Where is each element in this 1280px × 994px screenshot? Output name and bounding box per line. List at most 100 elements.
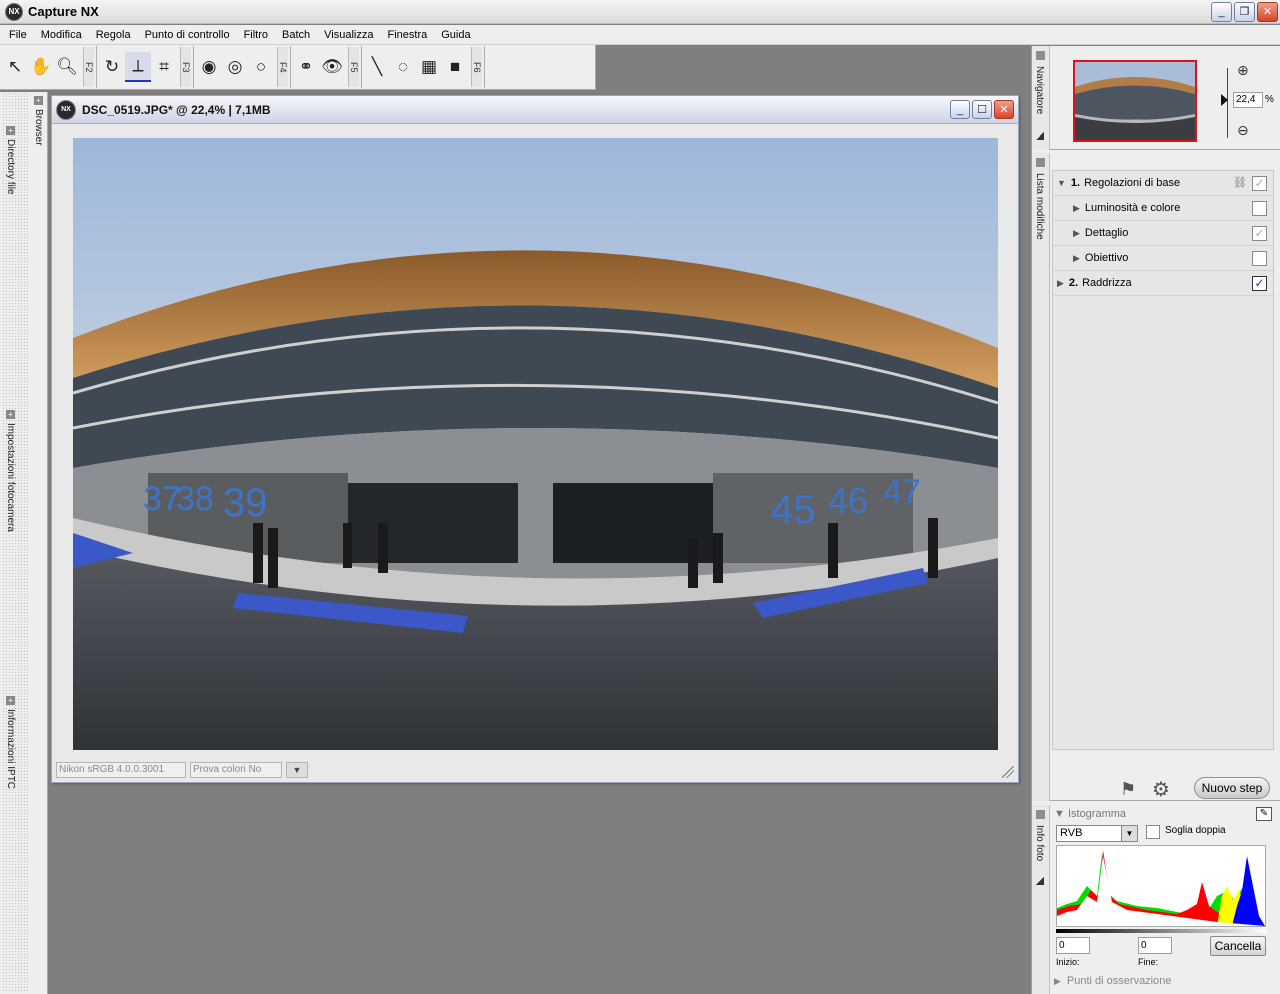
- restore-button[interactable]: ❐: [1234, 2, 1255, 22]
- edit-list-side-tab[interactable]: Lista modifiche: [1032, 153, 1050, 801]
- soft-proof-dropdown[interactable]: ▼: [286, 762, 308, 778]
- edit-substep-brightness-color[interactable]: ▶ Luminosità e colore: [1053, 196, 1273, 221]
- dock-grip: [2, 92, 28, 992]
- photo-number: 39: [223, 481, 268, 525]
- menu-visualizza[interactable]: Visualizza: [317, 26, 380, 44]
- minimize-button[interactable]: _: [1211, 2, 1232, 22]
- brush-tool-icon[interactable]: ╲: [364, 52, 390, 82]
- collapse-icon: [1036, 158, 1045, 167]
- menu-punto-di-controllo[interactable]: Punto di controllo: [138, 26, 237, 44]
- app-logo-icon: NX: [5, 3, 23, 21]
- step-checkbox[interactable]: [1252, 251, 1267, 266]
- toolbar-group-5: ╲ ◌ ▦ ■ F6: [362, 46, 485, 88]
- image-canvas[interactable]: 37 38 39 45 46 47: [60, 132, 1008, 762]
- menu-batch[interactable]: Batch: [275, 26, 317, 44]
- edit-step-straighten[interactable]: ▶ 2. Raddrizza ✓: [1053, 271, 1273, 296]
- document-window: NX DSC_0519.JPG* @ 22,4% | 7,1MB _ ☐ ✕ 3…: [51, 95, 1019, 783]
- lasso-tool-icon[interactable]: ◌: [390, 52, 416, 82]
- photo-pitlane: 37 38 39 45 46 47: [73, 138, 998, 750]
- photo-info-panel: Info foto ▼ Istogramma ✎ RVB ▼ Soglia do…: [1032, 805, 1280, 994]
- menu-regola[interactable]: Regola: [89, 26, 138, 44]
- collapse-icon: [1036, 51, 1045, 60]
- document-statusbar: Nikon sRGB 4.0.0.3001 Prova colori No ▼: [56, 762, 308, 778]
- photo-info-side-tab[interactable]: Info foto: [1032, 805, 1050, 994]
- zoom-out-icon[interactable]: ⊖: [1237, 122, 1249, 139]
- document-logo-icon: NX: [56, 99, 76, 120]
- menu-finestra[interactable]: Finestra: [380, 26, 434, 44]
- histogram-graph[interactable]: [1056, 845, 1266, 927]
- navigator-side-tab[interactable]: Navigatore: [1032, 46, 1050, 150]
- photo-number: 45: [771, 488, 816, 532]
- fkey-f4[interactable]: F4: [277, 47, 288, 87]
- tab-browser[interactable]: +Browser: [33, 96, 44, 146]
- edit-substep-detail[interactable]: ▶ Dettaglio ✓: [1053, 221, 1273, 246]
- hand-tool-icon[interactable]: ✋: [28, 52, 54, 82]
- expanded-triangle-icon[interactable]: ▼: [1057, 178, 1066, 188]
- resize-grip[interactable]: [1002, 766, 1014, 778]
- step-checkbox[interactable]: ✓: [1252, 176, 1267, 191]
- photo-number: 46: [828, 480, 868, 521]
- start-input[interactable]: 0: [1056, 937, 1090, 954]
- double-threshold-checkbox[interactable]: [1146, 825, 1160, 839]
- eyedropper-icon[interactable]: ✎: [1256, 807, 1272, 821]
- rotate-tool-icon[interactable]: ↻: [99, 52, 125, 82]
- collapsed-triangle-icon: ▶: [1054, 976, 1061, 986]
- arrow-tool-icon[interactable]: ↖: [2, 52, 28, 82]
- document-minimize-button[interactable]: _: [950, 100, 970, 119]
- gear-icon[interactable]: ⚙: [1152, 777, 1170, 802]
- edit-step-basic-adjustments[interactable]: ▼ 1. Regolazioni di base ⛓ ✓: [1053, 171, 1273, 196]
- collapsed-triangle-icon[interactable]: ▶: [1057, 278, 1064, 289]
- fkey-f3[interactable]: F3: [180, 47, 191, 87]
- observation-points-header[interactable]: ▶ Punti di osservazione: [1054, 975, 1171, 987]
- menu-modifica[interactable]: Modifica: [34, 26, 89, 44]
- cancel-button[interactable]: Cancella: [1210, 936, 1266, 956]
- document-close-button[interactable]: ✕: [994, 100, 1014, 119]
- navigator-thumbnail[interactable]: [1073, 60, 1197, 142]
- color-point-tool-icon[interactable]: ⚭: [293, 52, 319, 82]
- document-maximize-button[interactable]: ☐: [972, 100, 992, 119]
- red-eye-tool-icon[interactable]: 👁︎: [319, 52, 345, 82]
- straighten-tool-icon[interactable]: ⟂: [125, 52, 151, 82]
- step-checkbox[interactable]: ✓: [1252, 226, 1267, 241]
- histogram-header[interactable]: ▼ Istogramma: [1054, 808, 1126, 820]
- fill-tool-icon[interactable]: ■: [442, 52, 468, 82]
- window-controls: _ ❐ ✕: [1211, 2, 1278, 22]
- collapsed-triangle-icon[interactable]: ▶: [1073, 253, 1080, 264]
- tab-informazioni-iptc[interactable]: +Informazioni IPTC: [5, 696, 16, 789]
- expand-icon: +: [6, 410, 15, 419]
- zoom-tool-icon[interactable]: 🔍︎: [54, 52, 80, 82]
- fkey-f2[interactable]: F2: [83, 47, 94, 87]
- color-profile-field: Nikon sRGB 4.0.0.3001: [56, 762, 186, 778]
- close-button[interactable]: ✕: [1257, 2, 1278, 22]
- zoom-input[interactable]: 22,4: [1233, 92, 1263, 108]
- zoom-in-icon[interactable]: ⊕: [1237, 62, 1249, 79]
- menu-filtro[interactable]: Filtro: [237, 26, 275, 44]
- end-input[interactable]: 0: [1138, 937, 1172, 954]
- menu-file[interactable]: File: [2, 26, 34, 44]
- collapsed-triangle-icon[interactable]: ▶: [1073, 228, 1080, 239]
- channel-select[interactable]: RVB ▼: [1056, 825, 1138, 842]
- tab-impostazioni-fotocamera[interactable]: +Impostazioni fotocamera: [5, 410, 16, 532]
- step-number: 1.: [1070, 177, 1081, 189]
- white-point-tool-icon[interactable]: ○: [248, 52, 274, 82]
- toolbar-group-2: ↻ ⟂ ⌗ F3: [97, 46, 194, 88]
- menu-guida[interactable]: Guida: [434, 26, 477, 44]
- neutral-point-tool-icon[interactable]: ◎: [222, 52, 248, 82]
- step-label: Raddrizza: [1082, 277, 1132, 289]
- collapsed-triangle-icon[interactable]: ▶: [1073, 203, 1080, 214]
- edit-list-label: Lista modifiche: [1034, 173, 1045, 240]
- edit-substep-lens[interactable]: ▶ Obiettivo: [1053, 246, 1273, 271]
- step-checkbox[interactable]: [1252, 201, 1267, 216]
- tab-directory-file[interactable]: +Directory file: [5, 126, 16, 195]
- fkey-f6[interactable]: F6: [471, 47, 482, 87]
- flag-icon[interactable]: ⚑: [1120, 779, 1136, 800]
- fkey-f5[interactable]: F5: [348, 47, 359, 87]
- new-step-button[interactable]: Nuovo step: [1194, 777, 1270, 799]
- gradient-tool-icon[interactable]: ▦: [416, 52, 442, 82]
- zoom-control: ⊕ 22,4 % ⊖: [1221, 62, 1277, 142]
- crop-tool-icon[interactable]: ⌗: [151, 52, 177, 82]
- zoom-slider-handle[interactable]: [1221, 94, 1228, 106]
- black-point-tool-icon[interactable]: ◉: [196, 52, 222, 82]
- step-checkbox[interactable]: ✓: [1252, 276, 1267, 291]
- histogram-plot: [1057, 850, 1265, 926]
